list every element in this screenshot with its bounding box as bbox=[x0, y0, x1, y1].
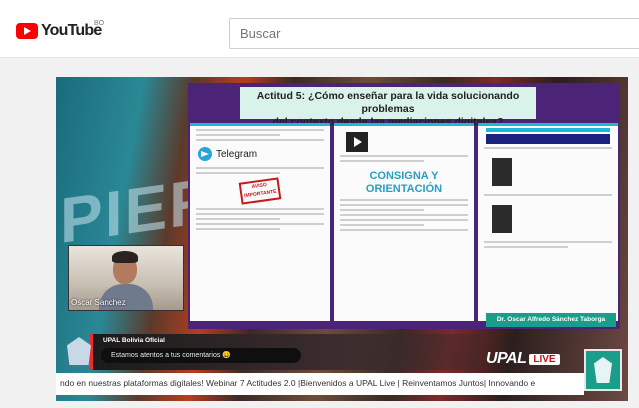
text-line bbox=[340, 155, 468, 157]
consigna-line-1: CONSIGNA Y bbox=[369, 170, 439, 182]
youtube-wordmark: YouTube bbox=[41, 22, 102, 39]
upal-wordmark: UPAL bbox=[486, 350, 527, 367]
upal-crest-logo bbox=[584, 349, 622, 391]
text-line bbox=[340, 160, 424, 162]
text-line bbox=[196, 208, 324, 210]
text-line bbox=[340, 209, 424, 211]
youtube-page: YouTube BO PIER Actitud 5: ¿Cómo enseñar… bbox=[0, 0, 639, 408]
live-badge: LIVE bbox=[529, 353, 560, 365]
slide-panel-right bbox=[478, 123, 618, 321]
telegram-row: Telegram bbox=[198, 147, 322, 161]
video-player[interactable]: PIER Actitud 5: ¿Cómo enseñar para la vi… bbox=[56, 77, 628, 401]
comment-username: UPAL Bolivia Oficial bbox=[103, 337, 165, 344]
text-line bbox=[340, 229, 468, 231]
webcam-overlay: Oscar Sanchez bbox=[68, 245, 184, 311]
text-line bbox=[340, 219, 468, 221]
youtube-play-icon bbox=[16, 23, 38, 39]
text-line bbox=[196, 167, 324, 169]
upal-live-logo: UPAL LIVE bbox=[486, 349, 560, 369]
crest-icon bbox=[594, 357, 612, 383]
consigna-heading: CONSIGNA Y ORIENTACIÓN bbox=[334, 170, 474, 196]
ticker-text: ndo en nuestras plataformas digitales! W… bbox=[60, 378, 536, 388]
slide-title-line-1: Actitud 5: ¿Cómo enseñar para la vida so… bbox=[256, 90, 520, 115]
text-line bbox=[484, 241, 612, 243]
youtube-logo[interactable]: YouTube bbox=[16, 22, 102, 40]
slide-panel-left: Telegram AVISO IMPORTANTE bbox=[190, 123, 330, 321]
consigna-line-2: ORIENTACIÓN bbox=[365, 183, 443, 195]
search-input[interactable] bbox=[240, 26, 620, 41]
text-line bbox=[484, 147, 612, 149]
telegram-label: Telegram bbox=[216, 148, 258, 160]
aviso-importante-stamp: AVISO IMPORTANTE bbox=[238, 177, 282, 205]
text-line bbox=[196, 213, 324, 215]
panel-title-bar bbox=[486, 134, 610, 144]
comment-overlay: UPAL Bolivia Oficial Estamos atentos a t… bbox=[67, 334, 480, 370]
text-line bbox=[484, 246, 568, 248]
text-line bbox=[340, 199, 468, 201]
text-line bbox=[196, 218, 280, 220]
presenter-hair bbox=[112, 251, 138, 263]
comment-text: Estamos atentos a tus comentarios 😀 bbox=[111, 352, 231, 359]
text-line bbox=[196, 134, 280, 136]
text-line bbox=[196, 139, 324, 141]
presenter-banner: Dr. Oscar Alfredo Sánchez Taborga bbox=[486, 313, 616, 327]
text-line bbox=[196, 129, 324, 131]
slide-panel-middle: CONSIGNA Y ORIENTACIÓN bbox=[334, 123, 474, 321]
search-box bbox=[229, 18, 639, 49]
country-code: BO bbox=[94, 20, 105, 27]
video-clapper-icon bbox=[346, 132, 368, 152]
text-line bbox=[196, 228, 280, 230]
text-line bbox=[484, 194, 612, 196]
text-line bbox=[340, 224, 424, 226]
telegram-icon bbox=[198, 147, 212, 161]
news-ticker: ndo en nuestras plataformas digitales! W… bbox=[56, 373, 584, 395]
comment-bubble: Estamos atentos a tus comentarios 😀 bbox=[101, 348, 301, 363]
book-cover-image bbox=[492, 205, 512, 233]
slide-title: Actitud 5: ¿Cómo enseñar para la vida so… bbox=[240, 87, 536, 128]
text-line bbox=[340, 214, 468, 216]
text-line bbox=[196, 172, 280, 174]
text-line bbox=[340, 204, 468, 206]
presentation-slide: Actitud 5: ¿Cómo enseñar para la vida so… bbox=[188, 83, 620, 329]
panel-header-bar bbox=[486, 128, 610, 132]
webcam-name-label: Oscar Sanchez bbox=[71, 298, 126, 307]
top-header: YouTube BO bbox=[0, 0, 639, 58]
book-cover-image bbox=[492, 158, 512, 186]
text-line bbox=[196, 223, 324, 225]
